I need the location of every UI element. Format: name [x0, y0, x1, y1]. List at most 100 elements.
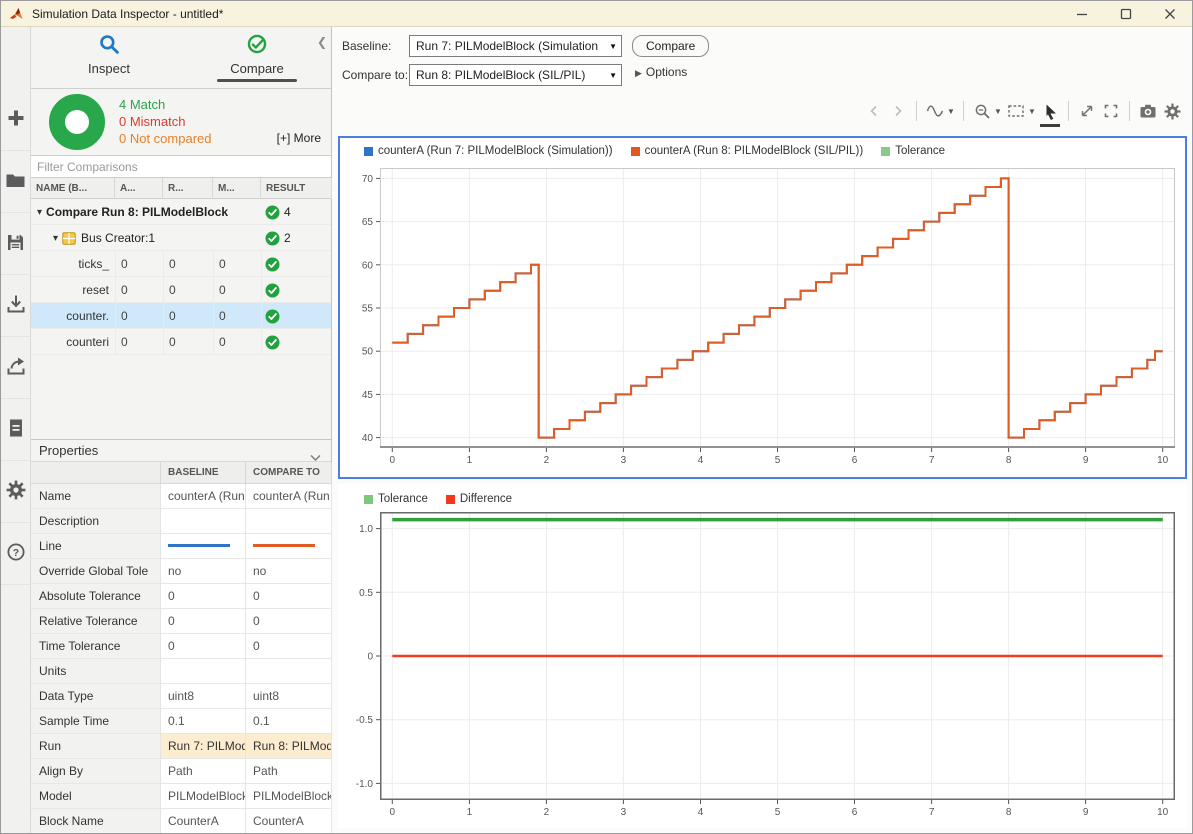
next-comparison-icon[interactable]: [886, 98, 910, 124]
filter-comparisons-box: [31, 155, 331, 178]
collapse-panel-icon[interactable]: ❮: [317, 35, 327, 49]
matlab-logo-icon: [9, 6, 25, 22]
export-button[interactable]: [1, 337, 30, 399]
tab-compare[interactable]: Compare: [197, 33, 317, 76]
zoom-icon[interactable]: [970, 98, 994, 124]
active-tab-underline: [217, 79, 297, 82]
tree-column-header[interactable]: A...: [115, 178, 163, 199]
plot-area[interactable]: 01234567891040455055606570: [380, 168, 1175, 448]
fit-to-view-icon[interactable]: [1075, 98, 1099, 124]
legend-item[interactable]: Difference: [446, 493, 512, 505]
tab-bar: Inspect Compare ❮: [31, 27, 331, 89]
tab-inspect[interactable]: Inspect: [49, 33, 169, 76]
match-check-icon: [265, 309, 280, 324]
property-row-sample-time[interactable]: Sample Time0.1 0.1: [31, 709, 331, 734]
property-row-model[interactable]: ModelPILModelBlock PILModelBlock: [31, 784, 331, 809]
svg-text:0: 0: [367, 652, 373, 663]
tree-row-bus-creator-1[interactable]: ▾ Bus Creator:12: [31, 225, 331, 251]
difference-chart[interactable]: Tolerance Difference 012345678910-1.0-0.…: [338, 484, 1187, 828]
zoom-dropdown-arrow-icon[interactable]: ▼: [994, 107, 1004, 116]
property-row-align-by[interactable]: Align ByPath Path: [31, 759, 331, 784]
zoom-region-dropdown-arrow-icon[interactable]: ▼: [1028, 107, 1038, 116]
plot-settings-icon[interactable]: [1160, 98, 1184, 124]
tree-row-ticks-[interactable]: ticks_ 0 0 0: [31, 251, 331, 277]
dropdown-arrow-icon: ▼: [609, 71, 617, 80]
create-report-icon: [7, 418, 25, 441]
svg-text:?: ?: [12, 547, 18, 559]
expand-caret-icon[interactable]: ▾: [37, 207, 42, 218]
tree-row-compare-run-8-pilmodelblock[interactable]: ▾ Compare Run 8: PILModelBlock4: [31, 199, 331, 225]
svg-text:1: 1: [467, 455, 473, 466]
property-row-units[interactable]: Units: [31, 659, 331, 684]
pointer-icon[interactable]: [1038, 98, 1062, 124]
tree-row-counter-[interactable]: counter. 0 0 0: [31, 303, 331, 329]
open-button[interactable]: [1, 151, 30, 213]
add-button[interactable]: [1, 89, 30, 151]
compare-to-dropdown[interactable]: Run 8: PILModelBlock (SIL/PIL) ▼: [409, 64, 622, 86]
properties-table: BASELINECOMPARE TO NamecounterA (Run cou…: [31, 462, 331, 834]
legend-item[interactable]: Tolerance: [364, 493, 428, 505]
tree-row-counteri[interactable]: counteri 0 0 0: [31, 329, 331, 355]
property-row-override-global-tole[interactable]: Override Global Toleno no: [31, 559, 331, 584]
property-row-name[interactable]: NamecounterA (Run counterA (Run: [31, 484, 331, 509]
signal-options-dropdown-arrow-icon[interactable]: ▼: [947, 107, 957, 116]
legend-item[interactable]: counterA (Run 8: PILModelBlock (SIL/PIL)…: [631, 145, 864, 157]
expand-caret-icon[interactable]: ▾: [53, 233, 58, 244]
sidebar-icon-strip: ?: [1, 27, 31, 834]
tree-column-header[interactable]: RESULT: [261, 178, 332, 199]
bus-creator-icon: [62, 232, 76, 245]
tree-column-header[interactable]: M...: [213, 178, 261, 199]
fullscreen-icon[interactable]: [1099, 98, 1123, 124]
compare-button[interactable]: Compare: [632, 35, 709, 57]
minimize-button[interactable]: [1060, 1, 1104, 26]
legend-swatch: [446, 495, 455, 504]
property-row-absolute-tolerance[interactable]: Absolute Tolerance0 0: [31, 584, 331, 609]
create-report-button[interactable]: [1, 399, 30, 461]
save-button[interactable]: [1, 213, 30, 275]
tree-row-reset[interactable]: reset 0 0 0: [31, 277, 331, 303]
property-row-description[interactable]: Description: [31, 509, 331, 534]
options-toggle[interactable]: ▶Options: [635, 65, 687, 79]
zoom-region-icon[interactable]: [1004, 98, 1028, 124]
plot-area[interactable]: 012345678910-1.0-0.500.51.0: [380, 512, 1175, 800]
comparison-tree: NAME (B...A...R...M...RESULT ▾ Compare R…: [31, 178, 331, 355]
properties-title: Properties: [39, 443, 98, 458]
more-link[interactable]: [+] More: [277, 131, 321, 145]
svg-text:8: 8: [1006, 807, 1012, 818]
svg-text:-1.0: -1.0: [356, 779, 374, 790]
snapshot-icon[interactable]: [1136, 98, 1160, 124]
property-row-time-tolerance[interactable]: Time Tolerance0 0: [31, 634, 331, 659]
legend-item[interactable]: counterA (Run 7: PILModelBlock (Simulati…: [364, 145, 613, 157]
property-row-data-type[interactable]: Data Typeuint8 uint8: [31, 684, 331, 709]
maximize-button[interactable]: [1104, 1, 1148, 26]
match-check-icon: [265, 257, 280, 272]
import-button[interactable]: [1, 275, 30, 337]
legend-item[interactable]: Tolerance: [881, 145, 945, 157]
preferences-button[interactable]: [1, 461, 30, 523]
baseline-line-swatch: [168, 544, 230, 547]
compare-line-swatch: [253, 544, 315, 547]
tree-column-header[interactable]: NAME (B...: [31, 178, 115, 199]
baseline-dropdown[interactable]: Run 7: PILModelBlock (Simulation ▼: [409, 35, 622, 57]
filter-comparisons-input[interactable]: [31, 155, 331, 178]
prev-comparison-icon[interactable]: [862, 98, 886, 124]
properties-header[interactable]: Properties: [31, 439, 331, 462]
property-row-run[interactable]: RunRun 7: PILMod Run 8: PILMod: [31, 734, 331, 759]
svg-text:-0.5: -0.5: [356, 715, 374, 726]
properties-table-header: BASELINECOMPARE TO: [31, 462, 331, 484]
svg-text:70: 70: [362, 174, 374, 185]
help-button[interactable]: ?: [1, 523, 30, 585]
property-row-block-name[interactable]: Block NameCounterA CounterA: [31, 809, 331, 834]
tab-compare-label: Compare: [197, 61, 317, 76]
property-row-line[interactable]: Line: [31, 534, 331, 559]
close-button[interactable]: [1148, 1, 1192, 26]
svg-text:1.0: 1.0: [359, 524, 373, 535]
toolbar-separator: [916, 101, 917, 121]
property-row-relative-tolerance[interactable]: Relative Tolerance0 0: [31, 609, 331, 634]
tree-column-header[interactable]: R...: [163, 178, 213, 199]
signal-options-icon[interactable]: [923, 98, 947, 124]
svg-text:45: 45: [362, 390, 374, 401]
compare-check-icon: [246, 44, 268, 58]
title-bar: Simulation Data Inspector - untitled*: [1, 1, 1192, 27]
comparison-chart[interactable]: counterA (Run 7: PILModelBlock (Simulati…: [338, 136, 1187, 479]
